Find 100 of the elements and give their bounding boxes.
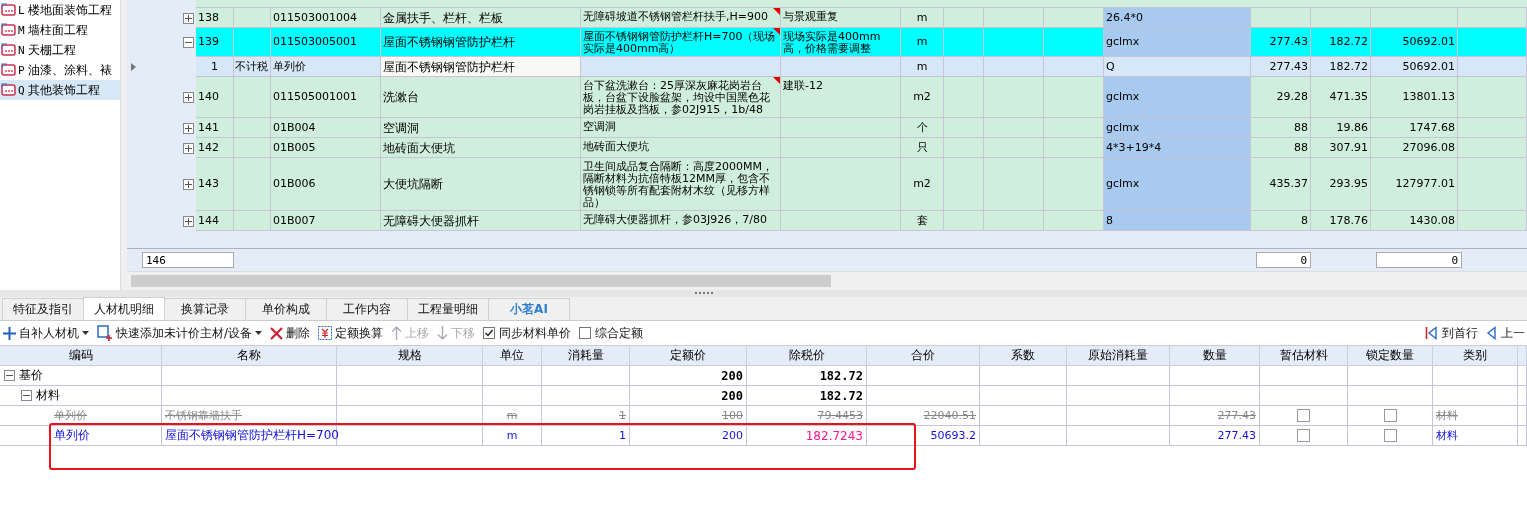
checkbox[interactable] <box>1297 409 1310 422</box>
toolbar-button[interactable]: 删除 <box>268 324 313 342</box>
column-header[interactable]: 规格 <box>337 346 483 366</box>
table-cell: 200 <box>630 426 747 446</box>
column-header[interactable]: 定额价 <box>630 346 747 366</box>
table-cell <box>1044 8 1104 28</box>
caret-icon <box>255 331 263 335</box>
table-cell: 011503001004 <box>271 8 381 28</box>
table-cell <box>984 211 1044 231</box>
column-header[interactable]: 暂估材料 <box>1260 346 1348 366</box>
table-cell <box>1044 77 1104 118</box>
tree-item[interactable]: Q 其他装饰工程 <box>0 80 120 100</box>
horizontal-scrollbar[interactable] <box>127 271 1527 290</box>
column-header[interactable]: 原始消耗量 <box>1067 346 1170 366</box>
table-cell: 建联-12 <box>781 77 901 118</box>
table-cell: 13801.13 <box>1371 77 1458 118</box>
checkbox[interactable]: 同步材料单价 <box>481 324 574 342</box>
table-cell: 29.28 <box>1251 77 1311 118</box>
expand-icon[interactable] <box>183 215 194 227</box>
column-header[interactable]: 类别 <box>1433 346 1518 366</box>
checkbox[interactable] <box>1297 429 1310 442</box>
row-number: 144 <box>196 211 234 231</box>
tab[interactable]: 人材机明细 <box>83 297 165 320</box>
table-cell: 与景观重复 <box>781 8 901 28</box>
row-number: 143 <box>196 158 234 211</box>
table-cell: 套 <box>901 211 944 231</box>
table-cell: 471.35 <box>1311 77 1371 118</box>
column-header[interactable]: 编码 <box>0 346 162 366</box>
add-item-icon <box>97 325 113 341</box>
table-cell <box>984 77 1044 118</box>
column-header[interactable]: 单位 <box>483 346 542 366</box>
column-header[interactable]: 锁定数量 <box>1348 346 1433 366</box>
checkbox[interactable] <box>1383 429 1397 442</box>
toolbar-button[interactable]: 上一 <box>1484 324 1527 342</box>
table-cell: 50692.01 <box>1371 28 1458 57</box>
table-cell: 台下盆洗漱台：25厚深灰麻花岗岩台板，台盆下设脸盆架，均设中国黑色花岗岩挂板及挡板，参02J915，1b/48 <box>581 77 781 118</box>
table-cell <box>234 8 271 28</box>
checkbox[interactable]: 综合定额 <box>577 324 646 342</box>
table-cell <box>984 138 1044 158</box>
table-cell: 435.37 <box>1251 158 1311 211</box>
table-cell: 无障碍坡道不锈钢管栏杆扶手,H=900 <box>581 8 781 28</box>
table-cell <box>1311 8 1371 28</box>
tree-item[interactable]: P 油漆、涂料、裱 <box>0 60 120 80</box>
table-cell: 182.72 <box>747 366 867 386</box>
table-cell: 屋面不锈钢钢管防护栏杆 <box>381 28 581 57</box>
column-header[interactable]: 名称 <box>162 346 337 366</box>
table-cell: 不计税 <box>234 57 271 77</box>
table-cell <box>234 77 271 118</box>
first-row-icon <box>1425 326 1437 340</box>
table-cell: 182.72 <box>1311 28 1371 57</box>
table-cell: 4*3+19*4 <box>1104 138 1251 158</box>
tree-item[interactable]: N 天棚工程 <box>0 40 120 60</box>
table-cell <box>1044 211 1104 231</box>
table-cell: 011503005001 <box>271 28 381 57</box>
column-header[interactable]: 合价 <box>867 346 980 366</box>
table-cell <box>1518 426 1527 446</box>
toolbar-button[interactable]: 到首行 <box>1423 324 1480 342</box>
expand-icon[interactable] <box>183 122 194 134</box>
table-cell <box>234 158 271 211</box>
table-cell <box>483 366 542 386</box>
caret-icon <box>82 331 89 335</box>
checkbox[interactable] <box>1383 409 1397 422</box>
count-field[interactable]: 146 <box>142 252 234 268</box>
scrollbar-thumb[interactable] <box>131 275 831 287</box>
column-header[interactable]: 除税价 <box>747 346 867 366</box>
expand-icon[interactable] <box>183 92 194 103</box>
table-cell <box>234 28 271 57</box>
expand-icon[interactable] <box>183 12 194 24</box>
table-cell: m <box>901 8 944 28</box>
collapse-icon[interactable] <box>4 370 15 381</box>
checkmark-icon <box>484 328 495 338</box>
table-cell: gclmx <box>1104 28 1251 57</box>
table-cell: m <box>901 28 944 57</box>
table-cell: m <box>483 426 542 446</box>
column-header[interactable]: 消耗量 <box>542 346 630 366</box>
toolbar-button[interactable]: 定额换算 <box>316 324 386 342</box>
table-cell <box>1044 57 1104 77</box>
tree-item[interactable]: L 楼地面装饰工程 <box>0 0 120 20</box>
toolbar-button[interactable]: 自补人材机 <box>1 324 91 342</box>
table-cell <box>1458 158 1527 211</box>
quantity-sum-field[interactable]: 0 <box>1256 252 1311 268</box>
table-cell: 26.4*0 <box>1104 8 1251 28</box>
toolbar-button[interactable]: 快速添加未计价主材/设备 <box>95 324 265 342</box>
table-cell: 50692.01 <box>1371 57 1458 77</box>
tab[interactable]: 小茗AI <box>488 298 570 320</box>
column-header[interactable]: 数量 <box>1170 346 1260 366</box>
expand-icon[interactable] <box>183 142 194 154</box>
table-cell: 材料 <box>1433 406 1518 426</box>
total-sum-field[interactable]: 0 <box>1376 252 1462 268</box>
splitter-grip-icon[interactable] <box>694 291 713 296</box>
collapse-icon[interactable] <box>21 390 32 401</box>
table-cell: 无障碍大便器抓杆，参03J926，7/80 <box>581 211 781 231</box>
collapse-icon[interactable] <box>183 37 194 48</box>
table-cell: 空调洞 <box>381 118 581 138</box>
tab[interactable]: 特征及指引 <box>2 298 84 320</box>
table-cell: 材料 <box>1433 426 1518 446</box>
table-cell: 单列价 <box>271 57 381 77</box>
column-header[interactable]: 系数 <box>980 346 1067 366</box>
tree-item[interactable]: M 墙柱面工程 <box>0 20 120 40</box>
expand-icon[interactable] <box>183 179 194 190</box>
